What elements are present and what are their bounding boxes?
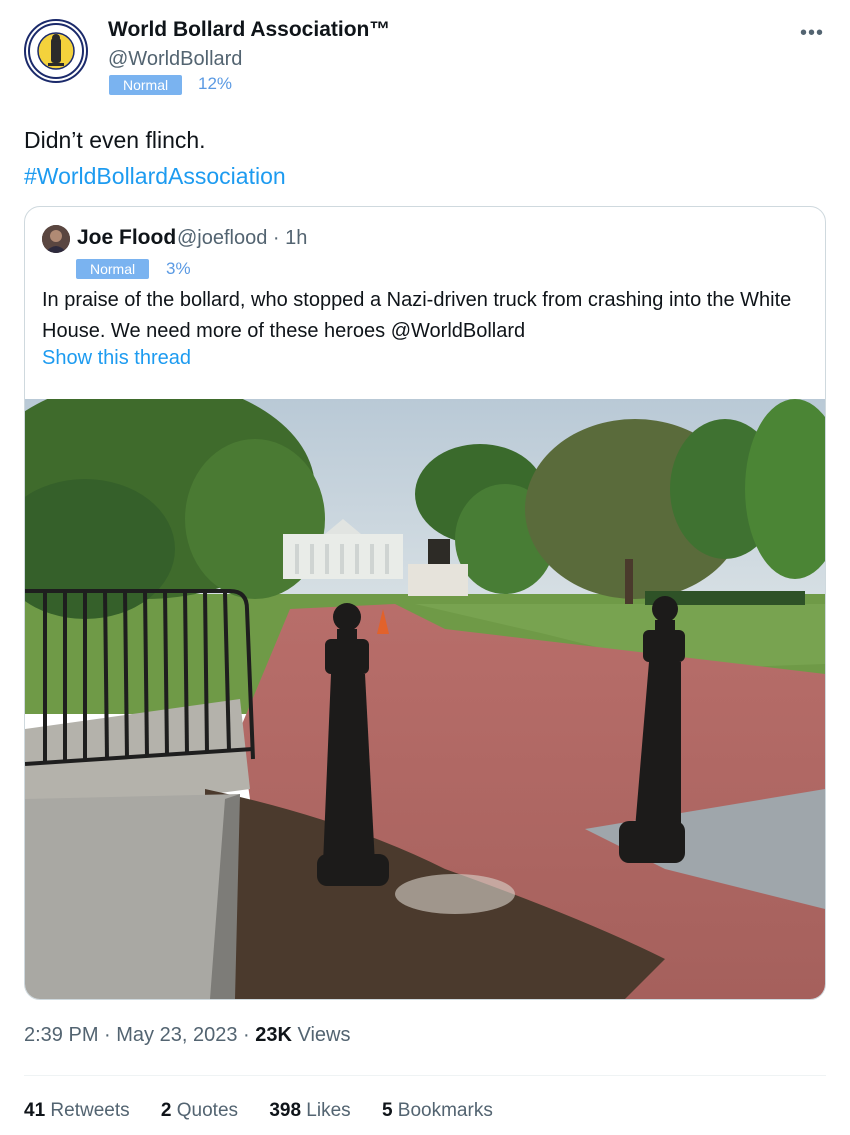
quote-author-handle[interactable]: @joeflood · 1h xyxy=(177,227,307,250)
author-percent: 12% xyxy=(198,74,233,93)
bookmarks-stat[interactable]: 5 Bookmarks xyxy=(382,1100,493,1122)
quote-author-name[interactable]: Joe Flood xyxy=(77,226,176,250)
quote-percent: 3% xyxy=(166,259,191,278)
tweet-time[interactable]: 2:39 PM xyxy=(24,1024,98,1046)
quote-author-avatar[interactable] xyxy=(42,225,70,253)
likes-count: 398 xyxy=(269,1100,302,1121)
retweets-stat[interactable]: 41 Retweets xyxy=(24,1100,130,1122)
more-options-button[interactable]: ••• xyxy=(800,22,824,45)
quote-status-badge: Normal xyxy=(76,259,150,279)
quotes-label: Quotes xyxy=(171,1100,239,1121)
likes-label: Likes xyxy=(301,1100,351,1121)
bookmarks-count: 5 xyxy=(381,1100,393,1121)
author-name[interactable]: World Bollard Association™ xyxy=(108,18,390,42)
divider xyxy=(24,1075,826,1076)
tweet-text: Didn’t even flinch. xyxy=(24,127,206,153)
quotes-count: 2 xyxy=(160,1100,172,1121)
profile-photo-icon xyxy=(42,225,70,253)
tweet-body: Didn’t even flinch. #WorldBollardAssocia… xyxy=(24,122,286,194)
quote-text: In praise of the bollard, who stopped a … xyxy=(42,289,792,342)
bookmarks-label: Bookmarks xyxy=(392,1100,493,1121)
likes-stat[interactable]: 398 Likes xyxy=(269,1100,350,1122)
retweets-count: 41 xyxy=(24,1100,46,1121)
tweet-date[interactable]: May 23, 2023 xyxy=(116,1024,237,1046)
meta-separator: · xyxy=(98,1024,117,1046)
author-handle[interactable]: @WorldBollard xyxy=(108,48,242,71)
quotes-stat[interactable]: 2 Quotes xyxy=(161,1100,238,1122)
author-avatar[interactable] xyxy=(24,19,88,83)
meta-separator: · xyxy=(237,1024,256,1046)
quoted-tweet-card[interactable]: Joe Flood @joeflood · 1h Normal 3% In pr… xyxy=(24,206,826,1000)
show-thread-link[interactable]: Show this thread xyxy=(42,347,191,370)
retweets-label: Retweets xyxy=(45,1100,130,1121)
hashtag-link[interactable]: #WorldBollardAssociation xyxy=(24,158,286,194)
more-horizontal-icon: ••• xyxy=(799,22,824,44)
bollard-seal-logo xyxy=(28,23,84,79)
views-label: Views xyxy=(291,1024,351,1046)
engagement-stats: 41 Retweets 2 Quotes 398 Likes 5 Bookmar… xyxy=(24,1100,519,1122)
tweet-photo[interactable] xyxy=(25,399,825,999)
author-status-badge: Normal xyxy=(109,75,183,95)
tweet-meta: 2:39 PM · May 23, 2023 · 23K Views xyxy=(24,1024,351,1047)
views-count: 23K xyxy=(255,1024,292,1046)
